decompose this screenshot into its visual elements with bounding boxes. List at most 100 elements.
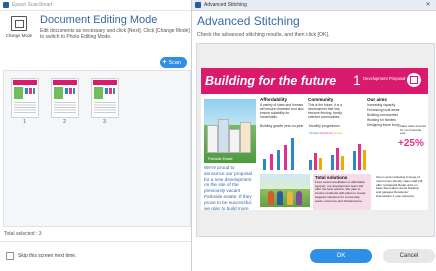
thumbnail-chart <box>25 88 35 94</box>
ok-button[interactable]: OK <box>310 249 372 263</box>
photo-label: Parkside Estate <box>208 157 233 161</box>
change-mode-label: Change Mode <box>5 33 33 38</box>
chart2-bar <box>341 156 344 170</box>
growth-note: Sales sales forecast for next financial … <box>400 124 426 135</box>
thumbnail-page <box>51 78 79 118</box>
person-figure <box>268 191 274 205</box>
thumbnail-page <box>91 78 119 118</box>
right-window-title: Advanced Stitching <box>204 2 247 8</box>
aims-item: Working for families <box>367 118 396 122</box>
thumbnail-header <box>53 80 77 85</box>
divider <box>0 241 191 242</box>
residents-photo <box>260 174 310 207</box>
chart1-bar <box>284 144 287 170</box>
affordability-text: A variety of sizes and formats will ensu… <box>260 103 304 119</box>
dialog-title: Advanced Stitching <box>197 14 300 28</box>
progression-bar-chart <box>309 130 379 170</box>
affordability-section: Affordability A variety of sizes and for… <box>260 97 304 119</box>
page-title: Document Editing Mode <box>40 14 158 26</box>
skip-screen-option[interactable]: Skip this screen next time. <box>6 252 76 260</box>
skip-label: Skip this screen next time. <box>18 253 77 259</box>
chart1-bar <box>277 150 280 170</box>
thumbnail-page <box>11 78 39 118</box>
aims-item: Building communities <box>367 113 399 117</box>
community-text: This is the future, it is a development … <box>308 103 343 119</box>
stitched-document: Building for the future 1 Development Pr… <box>201 68 428 210</box>
chart2-bar <box>331 155 334 170</box>
left-window-title: Epson ScanSmart <box>12 2 53 8</box>
document-editing-window: Epson ScanSmart Change Mode Document Edi… <box>0 0 192 271</box>
thumbnail-chart <box>65 88 75 94</box>
affordability-heading: Affordability <box>260 97 288 102</box>
thumbnail-header <box>93 80 117 85</box>
dialog-subtitle: Check the advanced stitching results, an… <box>197 32 330 38</box>
skip-checkbox[interactable] <box>6 252 14 260</box>
chart2-bar <box>363 150 366 170</box>
chart2-bar <box>336 147 339 170</box>
app-icon <box>195 2 201 8</box>
thumbnail-image <box>54 87 63 99</box>
change-mode-button[interactable]: Change Mode <box>4 14 34 44</box>
building-shape <box>218 119 229 153</box>
page-subtitle: Edit documents as necessary and click [N… <box>40 28 190 40</box>
app-icon <box>3 2 9 8</box>
growth-bar-chart <box>263 130 303 170</box>
features-text: Green and marketing A range of new homes… <box>376 175 423 198</box>
plus-icon: + <box>162 59 167 66</box>
page-thumbnail-3[interactable]: 3 <box>88 75 121 126</box>
page-thumbnail-2[interactable]: 2 <box>48 75 81 126</box>
document-number: 1 <box>353 72 361 88</box>
chart2-bar <box>319 157 322 170</box>
building-shape <box>207 125 218 153</box>
community-section: Community This is the future, it is a de… <box>308 97 352 119</box>
thumbnail-header <box>13 80 37 85</box>
person-figure <box>296 191 302 205</box>
thumbnail-number: 2 <box>63 119 66 125</box>
person-figure <box>277 191 283 205</box>
chart2-bar <box>314 152 317 170</box>
thumbnail-image <box>14 87 23 99</box>
change-mode-icon <box>11 16 27 31</box>
community-heading: Community <box>308 97 334 102</box>
housing-photo: Parkside Estate <box>204 99 256 163</box>
aims-item: Enhancing local areas <box>367 108 400 112</box>
scan-button-label: Scan <box>168 59 181 66</box>
growth-value: +25% <box>398 138 424 149</box>
chart2-bar <box>358 144 361 170</box>
house-logo-icon <box>407 73 421 87</box>
aims-heading: Our aims <box>367 97 387 102</box>
stitch-preview: Building for the future 1 Development Pr… <box>196 43 435 237</box>
thumbnail-number: 1 <box>23 119 26 125</box>
chart2-bar <box>353 151 356 170</box>
page-thumbnail-1[interactable]: 1 <box>8 75 41 126</box>
total-selected: Total selected : 3 <box>4 231 42 237</box>
building-shape <box>229 129 240 153</box>
thumbnail-text <box>94 102 116 114</box>
document-body: We're proud to announce our proposal for… <box>204 165 252 210</box>
close-icon[interactable]: ✕ <box>425 2 431 8</box>
chart1-title: Building growth year-on-year <box>260 124 304 128</box>
left-titlebar: Epson ScanSmart <box>0 0 191 11</box>
right-titlebar: Advanced Stitching ✕ <box>192 0 436 11</box>
chart1-bar <box>263 159 266 170</box>
aims-section: Our aims Increasing capacity Enhancing l… <box>367 97 425 127</box>
thumbnail-text <box>54 102 76 114</box>
thumbnail-image <box>94 87 103 99</box>
advanced-stitching-dialog: Advanced Stitching ✕ Advanced Stitching … <box>191 0 436 271</box>
chart1-bar <box>270 153 273 170</box>
chart2-bar <box>309 160 312 170</box>
features-box: Green and marketing A range of new homes… <box>374 174 426 210</box>
thumbnail-chart <box>105 88 115 94</box>
building-shape <box>240 122 251 153</box>
thumbnail-text <box>14 102 36 114</box>
scan-button[interactable]: + Scan <box>160 57 187 68</box>
aims-item: Increasing capacity <box>367 103 396 107</box>
thumbnail-area: 1 2 3 <box>3 70 191 227</box>
document-title: Building for the future <box>205 74 337 88</box>
total-solutions-box: Total solutions From local consultation … <box>313 174 371 210</box>
person-figure <box>287 191 293 205</box>
cancel-button[interactable]: Cancel <box>383 249 435 263</box>
chart1-bar <box>291 138 294 170</box>
document-number-label: Development Proposal <box>363 76 406 81</box>
document-header: Building for the future 1 Development Pr… <box>201 68 428 94</box>
